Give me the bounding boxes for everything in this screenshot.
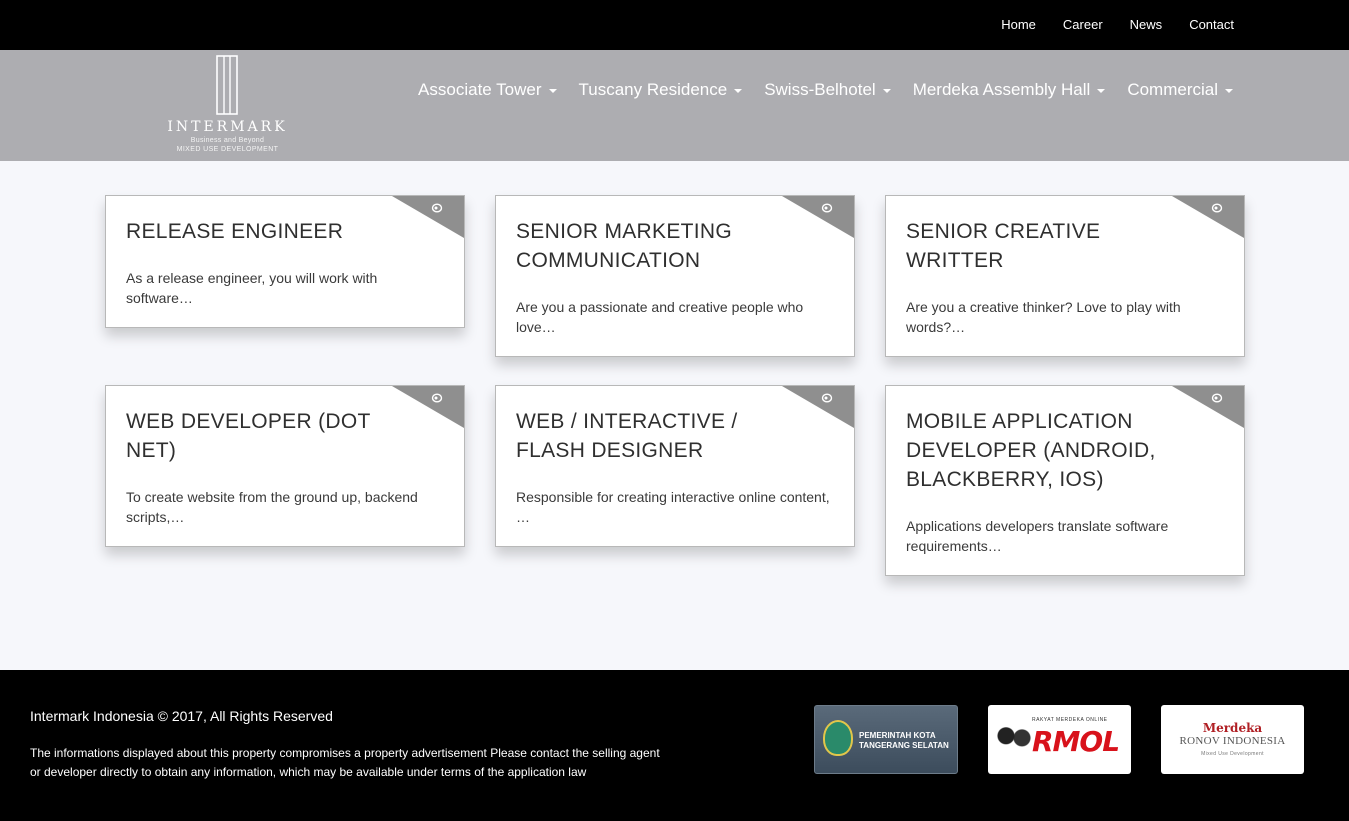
logo-tagline: Business and Beyond bbox=[190, 137, 265, 144]
job-excerpt: As a release engineer, you will work wit… bbox=[126, 270, 378, 306]
copyright-text: Intermark Indonesia © 2017, All Rights R… bbox=[30, 708, 333, 724]
corner-tab-icon bbox=[1172, 386, 1244, 428]
job-card[interactable]: SENIOR CREATIVE WRITTER Are you a creati… bbox=[885, 195, 1245, 357]
job-excerpt: Are you a passionate and creative people… bbox=[516, 299, 804, 335]
partner-logo-rmol[interactable]: RAKYAT MERDEKA ONLINE RMOL bbox=[988, 705, 1131, 774]
corner-tab-icon bbox=[392, 196, 464, 238]
partner-logo-ronov[interactable]: Merdeka RONOV INDONESIA Mixed Use Develo… bbox=[1161, 705, 1304, 774]
job-title: RELEASE ENGINEER bbox=[126, 220, 344, 243]
main-header: INTERMARK Business and Beyond MIXED USE … bbox=[0, 50, 1349, 161]
job-card[interactable]: SENIOR MARKETING COMMUNICATION Are you a… bbox=[495, 195, 855, 357]
nav-associate-tower[interactable]: Associate Tower bbox=[418, 80, 557, 100]
top-nav-contact[interactable]: Contact bbox=[1189, 17, 1234, 32]
nav-label: Associate Tower bbox=[418, 80, 542, 99]
job-excerpt: Responsible for creating interactive onl… bbox=[516, 489, 830, 525]
caret-down-icon bbox=[1225, 89, 1233, 93]
top-nav-home[interactable]: Home bbox=[1001, 17, 1036, 32]
ronov-sub-text: Mixed Use Development bbox=[1201, 751, 1264, 757]
job-excerpt: Applications developers translate softwa… bbox=[906, 518, 1169, 554]
job-title: MOBILE APPLICATION DEVELOPER (ANDROID, B… bbox=[906, 410, 1156, 491]
top-nav-news[interactable]: News bbox=[1130, 17, 1163, 32]
corner-tab-icon bbox=[392, 386, 464, 428]
corner-tab-icon bbox=[1172, 196, 1244, 238]
caret-down-icon bbox=[882, 89, 891, 93]
merdeka-text: Merdeka bbox=[1202, 721, 1263, 735]
nav-label: Commercial bbox=[1127, 80, 1218, 99]
partner-logo-tangsel[interactable]: PEMERINTAH KOTA TANGERANG SELATAN bbox=[814, 705, 958, 774]
job-title: SENIOR CREATIVE WRITTER bbox=[906, 220, 1101, 272]
intermark-logo[interactable]: INTERMARK Business and Beyond MIXED USE … bbox=[160, 53, 295, 157]
nav-label: Tuscany Residence bbox=[578, 80, 728, 99]
caret-down-icon bbox=[734, 89, 743, 93]
job-card[interactable]: MOBILE APPLICATION DEVELOPER (ANDROID, B… bbox=[885, 385, 1245, 576]
ronov-text: RONOV INDONESIA bbox=[1179, 735, 1286, 747]
job-title: WEB DEVELOPER (DOT NET) bbox=[126, 410, 371, 462]
nav-label: Merdeka Assembly Hall bbox=[912, 80, 1091, 99]
caret-down-icon bbox=[548, 89, 557, 93]
nav-label: Swiss-Belhotel bbox=[764, 80, 876, 99]
job-excerpt: Are you a creative thinker? Love to play… bbox=[906, 299, 1181, 335]
logo-subtitle: MIXED USE DEVELOPMENT bbox=[176, 146, 279, 153]
top-nav: Home Career News Contact bbox=[974, 17, 1234, 32]
main-nav: Associate Tower Tuscany Residence Swiss-… bbox=[396, 80, 1233, 100]
intermark-logo-mark bbox=[216, 55, 238, 115]
nav-commercial[interactable]: Commercial bbox=[1127, 80, 1233, 100]
job-title: SENIOR MARKETING COMMUNICATION bbox=[516, 220, 732, 272]
job-title: WEB / INTERACTIVE / FLASH DESIGNER bbox=[516, 410, 738, 462]
tangsel-emblem-icon bbox=[823, 720, 853, 756]
corner-tab-icon bbox=[782, 196, 854, 238]
corner-tab-icon bbox=[782, 386, 854, 428]
rmol-faces-icon bbox=[994, 719, 1034, 761]
job-card[interactable]: WEB / INTERACTIVE / FLASH DESIGNER Respo… bbox=[495, 385, 855, 547]
top-nav-career[interactable]: Career bbox=[1063, 17, 1103, 32]
rmol-top-text: RAKYAT MERDEKA ONLINE bbox=[1032, 717, 1108, 723]
footer: Intermark Indonesia © 2017, All Rights R… bbox=[0, 670, 1349, 821]
job-excerpt: To create website from the ground up, ba… bbox=[126, 489, 418, 525]
nav-swiss-belhotel[interactable]: Swiss-Belhotel bbox=[764, 80, 891, 100]
job-card[interactable]: RELEASE ENGINEER As a release engineer, … bbox=[105, 195, 465, 328]
nav-tuscany-residence[interactable]: Tuscany Residence bbox=[579, 80, 743, 100]
logo-brand: INTERMARK bbox=[167, 119, 288, 135]
job-card[interactable]: WEB DEVELOPER (DOT NET) To create websit… bbox=[105, 385, 465, 547]
nav-merdeka-assembly-hall[interactable]: Merdeka Assembly Hall bbox=[913, 80, 1106, 100]
top-bar: Home Career News Contact bbox=[0, 0, 1349, 50]
caret-down-icon bbox=[1097, 89, 1106, 93]
tangsel-text: PEMERINTAH KOTA TANGERANG SELATAN bbox=[859, 731, 949, 750]
rmol-text: RMOL bbox=[1032, 725, 1120, 758]
disclaimer-text: The informations displayed about this pr… bbox=[30, 746, 660, 779]
